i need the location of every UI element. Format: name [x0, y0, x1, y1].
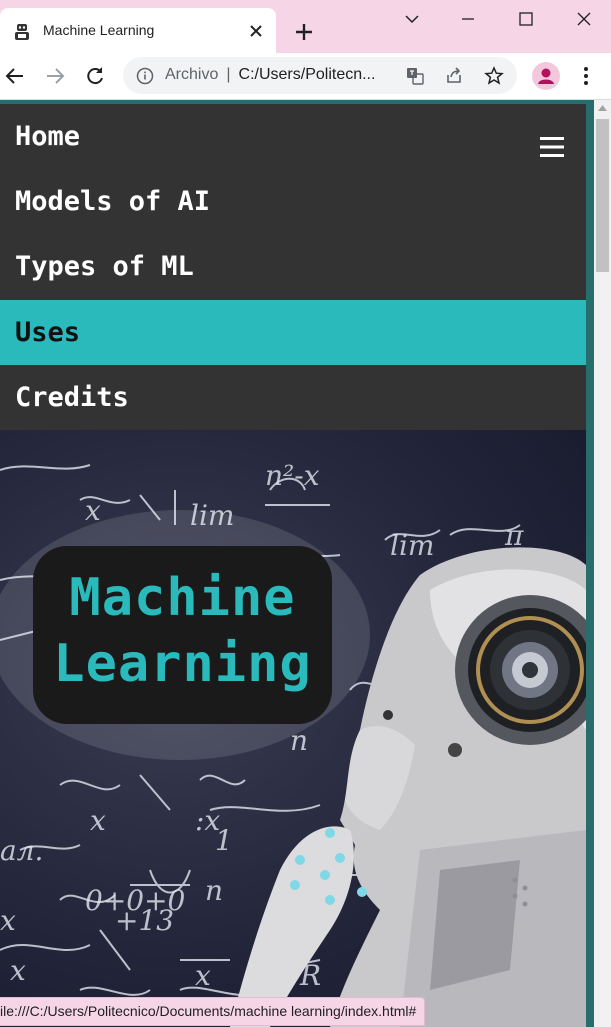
hero-title-line-2: Learning — [53, 634, 312, 694]
svg-text:x: x — [0, 904, 16, 937]
chevron-down-icon[interactable] — [400, 8, 424, 30]
close-tab-icon[interactable] — [247, 22, 265, 40]
svg-text:x: x — [195, 959, 211, 992]
back-icon[interactable] — [4, 65, 26, 87]
nav-item-home[interactable]: Home — [0, 104, 586, 169]
svg-text:x: x — [10, 954, 26, 987]
security-label: Archivo — [165, 66, 219, 83]
svg-text:π: π — [504, 519, 524, 552]
svg-text:n: n — [205, 874, 223, 907]
scrollbar-thumb[interactable] — [596, 119, 609, 272]
omnibox-separator: | — [226, 66, 231, 83]
page-viewport: Home Models of AI Types of ML Uses Credi… — [0, 100, 594, 1027]
url-text[interactable]: C:/Users/Politecn... — [239, 66, 376, 83]
robot-favicon-icon — [15, 24, 29, 40]
profile-avatar[interactable] — [532, 62, 560, 90]
info-icon[interactable] — [136, 67, 154, 85]
link-status-bubble: ile:///C:/Users/Politecnico/Documents/ma… — [0, 997, 426, 1026]
nav-item-uses[interactable]: Uses — [0, 300, 586, 365]
hero-title-line-1: Machine — [69, 568, 296, 628]
svg-text:aл.: aл. — [0, 834, 43, 867]
page-scrollbar[interactable] — [594, 100, 611, 1027]
svg-text:1: 1 — [215, 824, 233, 857]
browser-tab[interactable]: Machine Learning — [0, 8, 276, 53]
svg-text:x: x — [85, 494, 101, 527]
nav-item-types-of-ml[interactable]: Types of ML — [0, 234, 586, 299]
minimize-icon[interactable] — [456, 8, 480, 30]
svg-text:lim: lim — [390, 529, 434, 562]
reload-icon[interactable] — [84, 65, 106, 87]
svg-text:x: x — [90, 804, 106, 837]
site-navbar: Home Models of AI Types of ML Uses Credi… — [0, 104, 586, 430]
person-icon — [538, 68, 554, 84]
new-tab-icon[interactable] — [293, 21, 315, 43]
share-icon[interactable] — [444, 66, 464, 86]
nav-item-credits[interactable]: Credits — [0, 365, 586, 430]
browser-tabstrip: Machine Learning — [0, 0, 611, 53]
tab-title: Machine Learning — [43, 22, 155, 38]
robot-chalkboard-image: x lim n²-x lim π :x n x 1 n 0+0+0 +13 x … — [0, 459, 586, 1027]
more-menu-icon[interactable] — [576, 64, 596, 88]
hero-title-box: Machine Learning — [33, 546, 332, 724]
bookmark-star-icon[interactable] — [484, 66, 504, 86]
svg-text:+13: +13 — [115, 904, 174, 937]
forward-icon[interactable] — [44, 65, 66, 87]
translate-icon[interactable] — [405, 66, 425, 86]
hamburger-menu-icon[interactable] — [540, 136, 564, 158]
hero-banner: x lim n²-x lim π :x n x 1 n 0+0+0 +13 x … — [0, 430, 586, 1027]
browser-toolbar: Archivo | C:/Users/Politecn... — [0, 53, 611, 100]
close-window-icon[interactable] — [572, 8, 596, 30]
svg-text:n²-x: n²-x — [265, 459, 320, 492]
address-bar[interactable]: Archivo | C:/Users/Politecn... — [123, 57, 517, 94]
maximize-icon[interactable] — [514, 8, 538, 30]
scroll-up-arrow-icon[interactable] — [598, 104, 607, 112]
nav-item-models-of-ai[interactable]: Models of AI — [0, 169, 586, 234]
